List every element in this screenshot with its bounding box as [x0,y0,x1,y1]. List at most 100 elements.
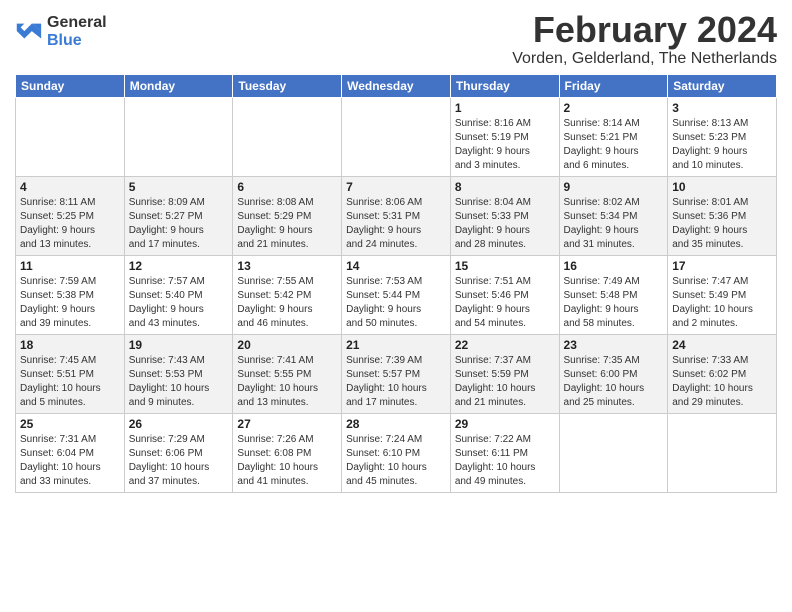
calendar-cell: 10 Sunrise: 8:01 AM Sunset: 5:36 PM Dayli… [668,176,777,255]
logo-line1: General [47,14,107,32]
day-number: 6 [237,180,337,194]
calendar-cell: 21 Sunrise: 7:39 AM Sunset: 5:57 PM Dayli… [342,334,451,413]
page: General Blue February 2024 Vorden, Gelde… [0,0,792,612]
day-info: Sunrise: 7:26 AM Sunset: 6:08 PM Dayligh… [237,433,337,489]
calendar-body: 1Sunrise: 8:16 AM Sunset: 5:19 PM Daylig… [16,97,777,492]
day-number: 18 [20,338,120,352]
day-info: Sunrise: 8:08 AM Sunset: 5:29 PM Dayligh… [237,196,337,252]
calendar-cell: 23 Sunrise: 7:35 AM Sunset: 6:00 PM Dayli… [559,334,668,413]
calendar-cell: 14Sunrise: 7:53 AM Sunset: 5:44 PM Dayli… [342,255,451,334]
day-info: Sunrise: 7:51 AM Sunset: 5:46 PM Dayligh… [455,275,555,331]
calendar-cell [233,97,342,176]
calendar-cell [668,413,777,492]
day-info: Sunrise: 7:39 AM Sunset: 5:57 PM Dayligh… [346,354,446,410]
day-number: 2 [564,101,664,115]
calendar-week-1: 1Sunrise: 8:16 AM Sunset: 5:19 PM Daylig… [16,97,777,176]
calendar-cell: 8 Sunrise: 8:04 AM Sunset: 5:33 PM Daylig… [450,176,559,255]
calendar-cell: 25Sunrise: 7:31 AM Sunset: 6:04 PM Dayli… [16,413,125,492]
day-number: 17 [672,259,772,273]
calendar-cell [124,97,233,176]
calendar-week-4: 18 Sunrise: 7:45 AM Sunset: 5:51 PM Dayli… [16,334,777,413]
day-info: Sunrise: 8:09 AM Sunset: 5:27 PM Dayligh… [129,196,229,252]
day-number: 21 [346,338,446,352]
day-number: 16 [564,259,664,273]
day-number: 12 [129,259,229,273]
calendar-week-3: 11 Sunrise: 7:59 AM Sunset: 5:38 PM Dayli… [16,255,777,334]
day-info: Sunrise: 7:24 AM Sunset: 6:10 PM Dayligh… [346,433,446,489]
day-number: 24 [672,338,772,352]
day-info: Sunrise: 7:45 AM Sunset: 5:51 PM Dayligh… [20,354,120,410]
weekday-row: SundayMondayTuesdayWednesdayThursdayFrid… [16,74,777,97]
day-info: Sunrise: 7:59 AM Sunset: 5:38 PM Dayligh… [20,275,120,331]
weekday-header-friday: Friday [559,74,668,97]
day-number: 8 [455,180,555,194]
title-block: February 2024 Vorden, Gelderland, The Ne… [512,10,777,68]
weekday-header-monday: Monday [124,74,233,97]
day-info: Sunrise: 7:29 AM Sunset: 6:06 PM Dayligh… [129,433,229,489]
day-number: 29 [455,417,555,431]
day-number: 10 [672,180,772,194]
calendar-week-5: 25Sunrise: 7:31 AM Sunset: 6:04 PM Dayli… [16,413,777,492]
day-info: Sunrise: 7:22 AM Sunset: 6:11 PM Dayligh… [455,433,555,489]
calendar-cell: 3Sunrise: 8:13 AM Sunset: 5:23 PM Daylig… [668,97,777,176]
day-info: Sunrise: 7:47 AM Sunset: 5:49 PM Dayligh… [672,275,772,331]
logo-line2: Blue [47,32,107,50]
calendar-cell: 24 Sunrise: 7:33 AM Sunset: 6:02 PM Dayli… [668,334,777,413]
location-subtitle: Vorden, Gelderland, The Netherlands [512,50,777,68]
calendar-cell: 18 Sunrise: 7:45 AM Sunset: 5:51 PM Dayli… [16,334,125,413]
day-number: 27 [237,417,337,431]
day-info: Sunrise: 8:11 AM Sunset: 5:25 PM Dayligh… [20,196,120,252]
weekday-header-saturday: Saturday [668,74,777,97]
calendar-cell: 26Sunrise: 7:29 AM Sunset: 6:06 PM Dayli… [124,413,233,492]
day-info: Sunrise: 7:49 AM Sunset: 5:48 PM Dayligh… [564,275,664,331]
calendar-cell: 13 Sunrise: 7:55 AM Sunset: 5:42 PM Dayli… [233,255,342,334]
calendar-cell: 4 Sunrise: 8:11 AM Sunset: 5:25 PM Daylig… [16,176,125,255]
day-info: Sunrise: 8:02 AM Sunset: 5:34 PM Dayligh… [564,196,664,252]
calendar-cell [342,97,451,176]
weekday-header-wednesday: Wednesday [342,74,451,97]
day-info: Sunrise: 7:37 AM Sunset: 5:59 PM Dayligh… [455,354,555,410]
calendar-cell: 5 Sunrise: 8:09 AM Sunset: 5:27 PM Daylig… [124,176,233,255]
day-info: Sunrise: 8:13 AM Sunset: 5:23 PM Dayligh… [672,117,772,173]
day-number: 9 [564,180,664,194]
calendar-cell: 11 Sunrise: 7:59 AM Sunset: 5:38 PM Dayli… [16,255,125,334]
day-info: Sunrise: 8:16 AM Sunset: 5:19 PM Dayligh… [455,117,555,173]
day-info: Sunrise: 7:33 AM Sunset: 6:02 PM Dayligh… [672,354,772,410]
calendar-cell: 16 Sunrise: 7:49 AM Sunset: 5:48 PM Dayli… [559,255,668,334]
weekday-header-tuesday: Tuesday [233,74,342,97]
day-number: 15 [455,259,555,273]
calendar-cell: 22Sunrise: 7:37 AM Sunset: 5:59 PM Dayli… [450,334,559,413]
logo-icon [15,18,43,46]
day-info: Sunrise: 8:06 AM Sunset: 5:31 PM Dayligh… [346,196,446,252]
day-number: 23 [564,338,664,352]
calendar-cell: 17 Sunrise: 7:47 AM Sunset: 5:49 PM Dayli… [668,255,777,334]
logo: General Blue [15,14,107,49]
calendar-cell: 6 Sunrise: 8:08 AM Sunset: 5:29 PM Daylig… [233,176,342,255]
calendar-cell: 29 Sunrise: 7:22 AM Sunset: 6:11 PM Dayli… [450,413,559,492]
calendar-cell: 2 Sunrise: 8:14 AM Sunset: 5:21 PM Daylig… [559,97,668,176]
day-info: Sunrise: 7:57 AM Sunset: 5:40 PM Dayligh… [129,275,229,331]
day-info: Sunrise: 7:55 AM Sunset: 5:42 PM Dayligh… [237,275,337,331]
day-number: 13 [237,259,337,273]
day-number: 28 [346,417,446,431]
day-number: 19 [129,338,229,352]
day-info: Sunrise: 7:35 AM Sunset: 6:00 PM Dayligh… [564,354,664,410]
calendar-cell: 7Sunrise: 8:06 AM Sunset: 5:31 PM Daylig… [342,176,451,255]
calendar-cell: 9 Sunrise: 8:02 AM Sunset: 5:34 PM Daylig… [559,176,668,255]
calendar-week-2: 4 Sunrise: 8:11 AM Sunset: 5:25 PM Daylig… [16,176,777,255]
day-number: 5 [129,180,229,194]
day-info: Sunrise: 8:14 AM Sunset: 5:21 PM Dayligh… [564,117,664,173]
day-info: Sunrise: 7:41 AM Sunset: 5:55 PM Dayligh… [237,354,337,410]
day-number: 4 [20,180,120,194]
calendar-cell: 15 Sunrise: 7:51 AM Sunset: 5:46 PM Dayli… [450,255,559,334]
day-info: Sunrise: 8:01 AM Sunset: 5:36 PM Dayligh… [672,196,772,252]
calendar-cell [559,413,668,492]
day-number: 11 [20,259,120,273]
day-number: 20 [237,338,337,352]
day-info: Sunrise: 7:53 AM Sunset: 5:44 PM Dayligh… [346,275,446,331]
calendar-cell: 12 Sunrise: 7:57 AM Sunset: 5:40 PM Dayli… [124,255,233,334]
day-info: Sunrise: 8:04 AM Sunset: 5:33 PM Dayligh… [455,196,555,252]
month-title: February 2024 [512,10,777,50]
weekday-header-thursday: Thursday [450,74,559,97]
calendar-cell: 27 Sunrise: 7:26 AM Sunset: 6:08 PM Dayli… [233,413,342,492]
